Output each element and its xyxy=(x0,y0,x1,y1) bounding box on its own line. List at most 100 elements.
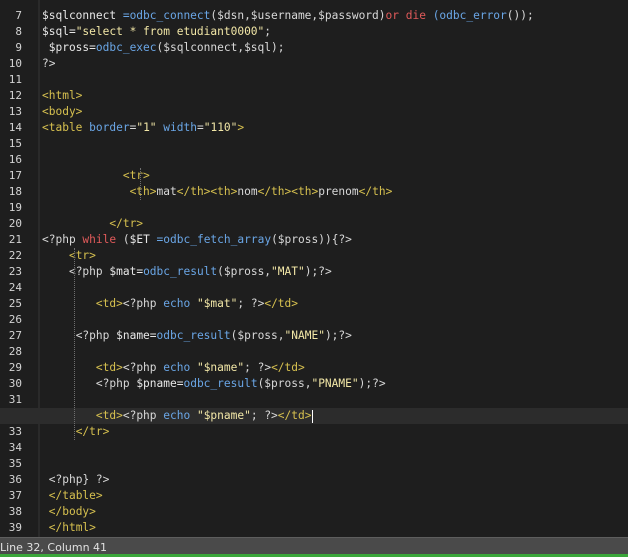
code-token: <td> xyxy=(95,297,123,310)
code-line[interactable]: <?php while ($ET =odbc_fetch_array($pros… xyxy=(42,232,352,248)
code-token: ($pross)) xyxy=(271,233,332,246)
code-token: );?> xyxy=(324,329,352,342)
code-line[interactable]: $pross=odbc_exec($sqlconnect,$sql); xyxy=(42,40,285,56)
code-token: </td> xyxy=(271,361,305,374)
code-token: border xyxy=(82,121,130,134)
line-number: 15 xyxy=(8,137,22,150)
code-token: </th><th> xyxy=(257,185,319,198)
code-line[interactable]: <th>mat</th><th>nom</th><th>prenom</th> xyxy=(42,184,393,200)
line-number: 34 xyxy=(8,441,22,454)
code-token: "NAME" xyxy=(284,329,325,342)
code-token: </th> xyxy=(358,185,393,198)
code-token: ?> xyxy=(338,233,352,246)
code-token: ($pross, xyxy=(217,265,272,278)
code-line[interactable]: <td><?php echo "$mat"; ?></td> xyxy=(42,296,298,312)
code-line[interactable]: </table> xyxy=(42,488,103,504)
code-token: ($sqlconnect,$sql); xyxy=(156,41,285,54)
code-token: <html> xyxy=(42,89,83,102)
line-number: 8 xyxy=(15,25,22,38)
line-number: 9 xyxy=(15,41,22,54)
line-number: 33 xyxy=(8,425,22,438)
code-token: <th> xyxy=(129,185,157,198)
code-editor[interactable]: 7 8 9 10 11 12 13 14 15 16 17 18 19 20 21 22 23 24 25 26 27 2… xyxy=(0,0,628,537)
code-token: </html> xyxy=(48,521,96,534)
line-number: 13 xyxy=(8,105,22,118)
code-token: echo xyxy=(163,361,197,374)
line-number: 10 xyxy=(8,57,22,70)
line-number: 14 xyxy=(8,121,22,134)
line-number: 20 xyxy=(8,217,22,230)
code-token: ?> xyxy=(89,473,110,486)
code-line[interactable]: $sqlconnect =odbc_connect($dsn,$username… xyxy=(42,8,534,24)
line-number: 23 xyxy=(8,265,22,278)
line-number: 38 xyxy=(8,505,22,518)
code-token: </td> xyxy=(277,409,312,422)
code-token: "1" xyxy=(136,121,157,134)
code-line[interactable]: <td><?php echo "$name"; ?></td> xyxy=(42,360,305,376)
code-token: </tr> xyxy=(75,425,110,438)
code-token: or die xyxy=(385,9,426,22)
code-token: "PNAME" xyxy=(311,377,359,390)
code-line[interactable]: <?php $name=odbc_result($pross,"NAME");?… xyxy=(42,328,352,344)
code-token: ; ?> xyxy=(244,361,272,374)
code-line[interactable]: </tr> xyxy=(42,216,143,232)
line-number: 36 xyxy=(8,473,22,486)
code-token: ($pross, xyxy=(230,329,285,342)
code-line[interactable]: ?> xyxy=(42,56,55,72)
code-line[interactable]: <td><?php echo "$pname"; ?></td> xyxy=(42,408,314,424)
code-token: =odbc_fetch_array xyxy=(156,233,272,246)
code-line[interactable]: </body> xyxy=(42,504,96,520)
code-token: ; xyxy=(264,25,272,38)
code-token: </tr> xyxy=(109,217,144,230)
code-token: );?> xyxy=(358,377,386,390)
code-line[interactable]: <?php} ?> xyxy=(42,472,110,488)
code-token: = xyxy=(196,121,204,134)
code-token: odbc_result xyxy=(183,377,258,390)
code-token: $mat= xyxy=(109,265,144,278)
code-line[interactable]: <?php $mat=odbc_result($pross,"MAT");?> xyxy=(42,264,332,280)
code-token: $ET xyxy=(129,233,157,246)
code-line[interactable]: <?php $pname=odbc_result($pross,"PNAME")… xyxy=(42,376,386,392)
code-token: <?php xyxy=(95,377,137,390)
code-line[interactable]: </tr> xyxy=(42,424,110,440)
line-number: 30 xyxy=(8,377,22,390)
code-token: odbc_result xyxy=(143,265,218,278)
code-token: <body> xyxy=(42,105,83,118)
code-line[interactable]: <table border="1" width="110"> xyxy=(42,120,244,136)
code-token: </table> xyxy=(48,489,103,502)
code-token: ($pross, xyxy=(257,377,312,390)
code-line[interactable]: $sql="select * from etudiant0000"; xyxy=(42,24,271,40)
code-token: ?> xyxy=(42,57,56,70)
code-token: echo xyxy=(163,409,197,422)
code-line[interactable]: <html> xyxy=(42,88,82,104)
code-token: "$name" xyxy=(196,361,245,374)
code-line[interactable]: <body> xyxy=(42,104,82,120)
code-token: ()); xyxy=(506,9,534,22)
code-line[interactable]: <tr> xyxy=(42,168,150,184)
text-caret xyxy=(312,409,314,423)
code-line[interactable]: </html> xyxy=(42,520,96,536)
code-token: <?php xyxy=(68,265,110,278)
code-token: "$pname" xyxy=(196,409,251,422)
line-number: 21 xyxy=(8,233,22,246)
cursor-position: Line 32, Column 41 xyxy=(0,541,108,554)
code-token: ( xyxy=(116,233,130,246)
code-token: <td> xyxy=(95,361,123,374)
code-token: </body> xyxy=(48,505,96,518)
line-number: 11 xyxy=(8,73,22,86)
code-token: $name= xyxy=(116,329,157,342)
code-line[interactable]: <tr> xyxy=(42,248,96,264)
line-number: 35 xyxy=(8,457,22,470)
